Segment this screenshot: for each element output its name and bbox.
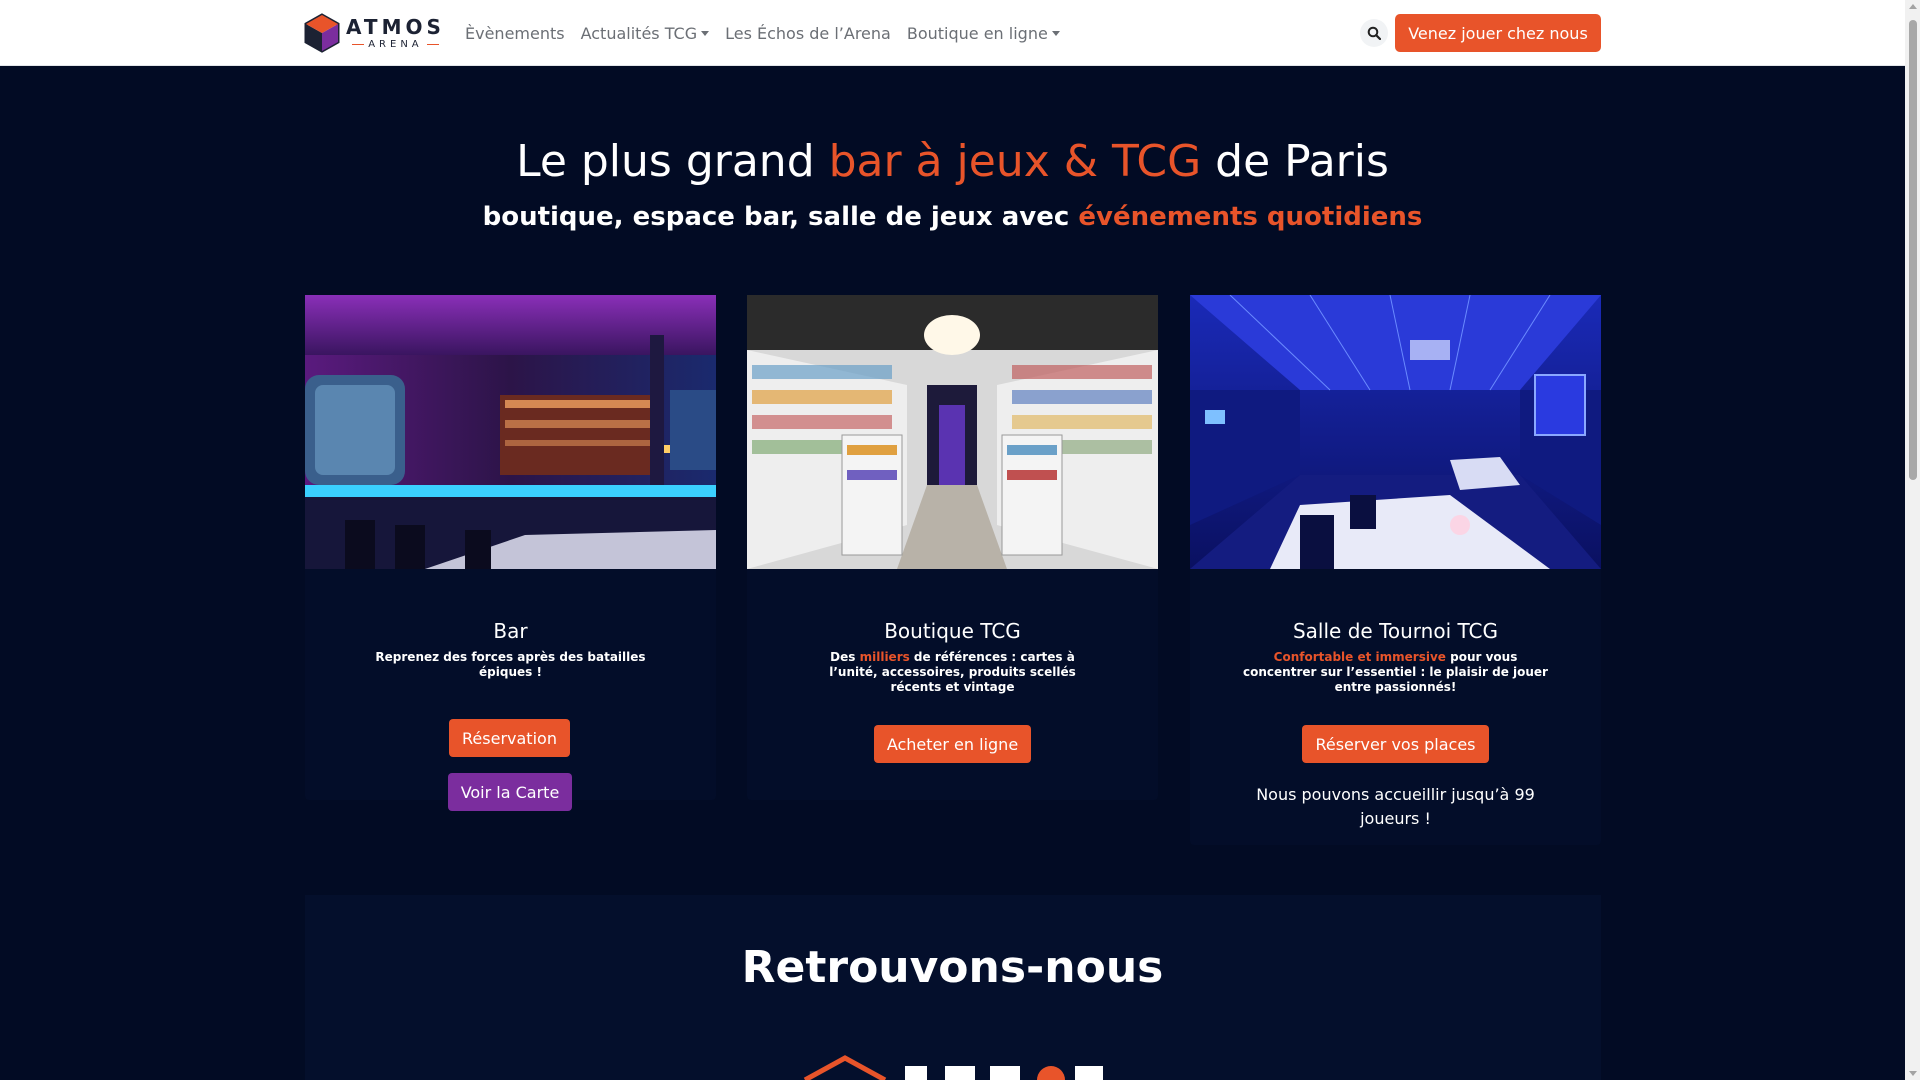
nav-link-evenements[interactable]: Èvènements	[457, 24, 573, 43]
search-button[interactable]	[1360, 19, 1388, 47]
page-scrollbar[interactable]	[1905, 0, 1920, 1080]
scrollbar-thumb[interactable]	[1909, 20, 1917, 480]
card-desc-boutique: Des milliers de références : cartes à l’…	[829, 650, 1076, 694]
hero-subtitle: boutique, espace bar, salle de jeux avec…	[482, 202, 1423, 232]
caret-down-icon	[1051, 30, 1060, 36]
bar-photo	[305, 295, 716, 569]
atmos-logo-icon	[803, 1055, 1103, 1080]
top-navbar: ATMOS ARENA Èvènements Actualités TCG Le…	[0, 0, 1905, 66]
brand-logo[interactable]: ATMOS ARENA	[304, 12, 445, 54]
card-desc-tournament: Confortable et immersive pour vous conce…	[1243, 650, 1548, 694]
search-icon	[1367, 26, 1381, 40]
view-menu-button[interactable]: Voir la Carte	[448, 773, 572, 811]
card-boutique: Boutique TCG Des milliers de références …	[747, 295, 1158, 800]
buy-online-button[interactable]: Acheter en ligne	[874, 725, 1031, 763]
nav-links: Èvènements Actualités TCG Les Échos de l…	[457, 0, 1068, 66]
footer-logo	[795, 1052, 1105, 1080]
scroll-down-arrow-icon[interactable]	[1909, 1071, 1917, 1076]
nav-link-echos-arena[interactable]: Les Échos de l’Arena	[717, 24, 899, 43]
caret-down-icon	[701, 30, 710, 36]
atmos-logo-icon	[304, 13, 340, 53]
scroll-up-arrow-icon[interactable]	[1909, 4, 1917, 9]
reservation-button[interactable]: Réservation	[449, 719, 570, 757]
nav-link-actualites-tcg[interactable]: Actualités TCG	[573, 24, 718, 43]
brand-name: ATMOS	[346, 14, 445, 39]
boutique-photo	[747, 295, 1158, 569]
hero-title: Le plus grand bar à jeux & TCG de Paris	[516, 136, 1389, 187]
card-desc-bar: Reprenez des forces après des batailles …	[375, 650, 646, 679]
card-title-boutique: Boutique TCG	[884, 619, 1021, 643]
play-with-us-button[interactable]: Venez jouer chez nous	[1395, 14, 1601, 52]
nav-link-boutique-en-ligne[interactable]: Boutique en ligne	[899, 24, 1068, 43]
find-us-heading: Retrouvons-nous	[741, 942, 1164, 993]
card-title-bar: Bar	[493, 619, 528, 643]
reserve-seats-button[interactable]: Réserver vos places	[1302, 725, 1489, 763]
capacity-text: Nous pouvons accueillir jusqu’à 99 joueu…	[1256, 785, 1535, 828]
card-tournament: Salle de Tournoi TCG Confortable et imme…	[1190, 295, 1601, 845]
brand-subtitle: ARENA	[352, 39, 439, 50]
tournament-room-photo	[1190, 295, 1601, 569]
card-title-tournament: Salle de Tournoi TCG	[1292, 619, 1499, 643]
card-bar: Bar Reprenez des forces après des batail…	[305, 295, 716, 811]
